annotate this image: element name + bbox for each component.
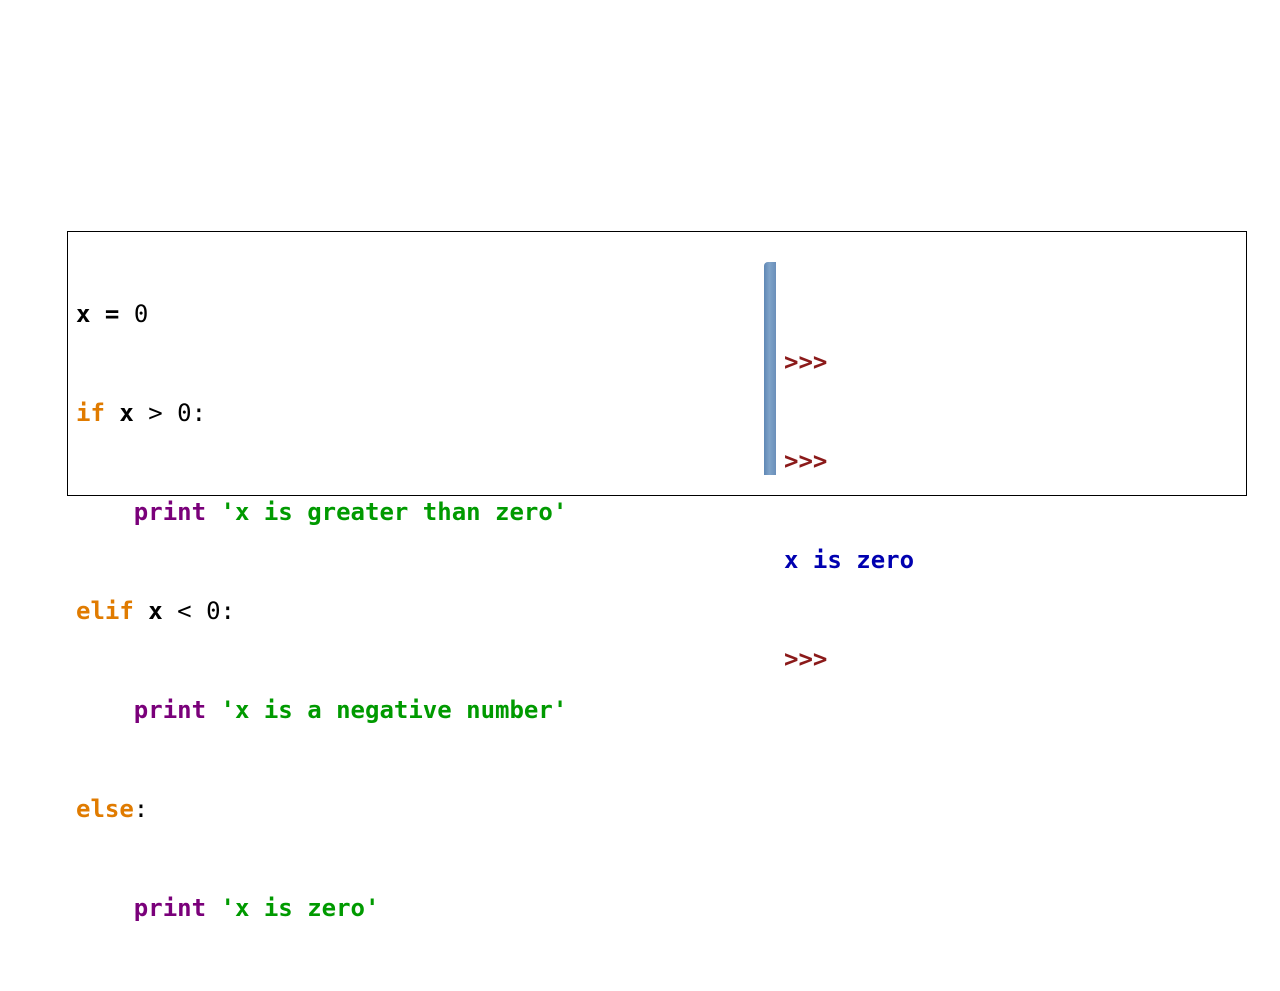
identifier: x bbox=[119, 399, 134, 427]
python-shell-output: >>> >>> x is zero >>> bbox=[784, 280, 914, 742]
code-line: print 'x is greater than zero' bbox=[76, 496, 567, 529]
code-line: elif x < 0: bbox=[76, 595, 567, 628]
shell-prompt: >>> bbox=[784, 645, 828, 673]
print-builtin: print bbox=[133, 498, 207, 526]
colon: : bbox=[220, 597, 235, 625]
source-code: x = 0 if x > 0: print 'x is greater than… bbox=[76, 232, 567, 991]
shell-output-text: x is zero bbox=[784, 546, 915, 574]
identifier: x bbox=[148, 597, 163, 625]
code-line: x = 0 bbox=[76, 298, 567, 331]
string-literal: 'x is zero' bbox=[220, 894, 380, 922]
keyword: else bbox=[76, 795, 134, 823]
colon: : bbox=[191, 399, 207, 427]
string-literal: 'x is greater than zero' bbox=[220, 498, 568, 526]
code-line: else: bbox=[76, 793, 567, 826]
keyword: if bbox=[76, 399, 105, 427]
shell-prompt: >>> bbox=[784, 447, 828, 475]
operator: = bbox=[104, 300, 120, 328]
operator: > bbox=[148, 399, 163, 427]
operator: < bbox=[177, 597, 192, 625]
number: 0 bbox=[177, 399, 192, 427]
code-example-panel: x = 0 if x > 0: print 'x is greater than… bbox=[67, 231, 1247, 922]
code-line: if x > 0: bbox=[76, 397, 567, 430]
shell-scrollbar-divider bbox=[764, 262, 776, 475]
code-line: print 'x is a negative number' bbox=[76, 694, 567, 727]
keyword: elif bbox=[76, 597, 134, 625]
number: 0 bbox=[206, 597, 221, 625]
shell-prompt: >>> bbox=[784, 348, 828, 376]
identifier: x bbox=[76, 300, 91, 328]
print-builtin: print bbox=[133, 894, 207, 922]
code-line: print 'x is zero' bbox=[76, 892, 567, 925]
colon: : bbox=[133, 795, 149, 823]
number: 0 bbox=[133, 300, 149, 328]
